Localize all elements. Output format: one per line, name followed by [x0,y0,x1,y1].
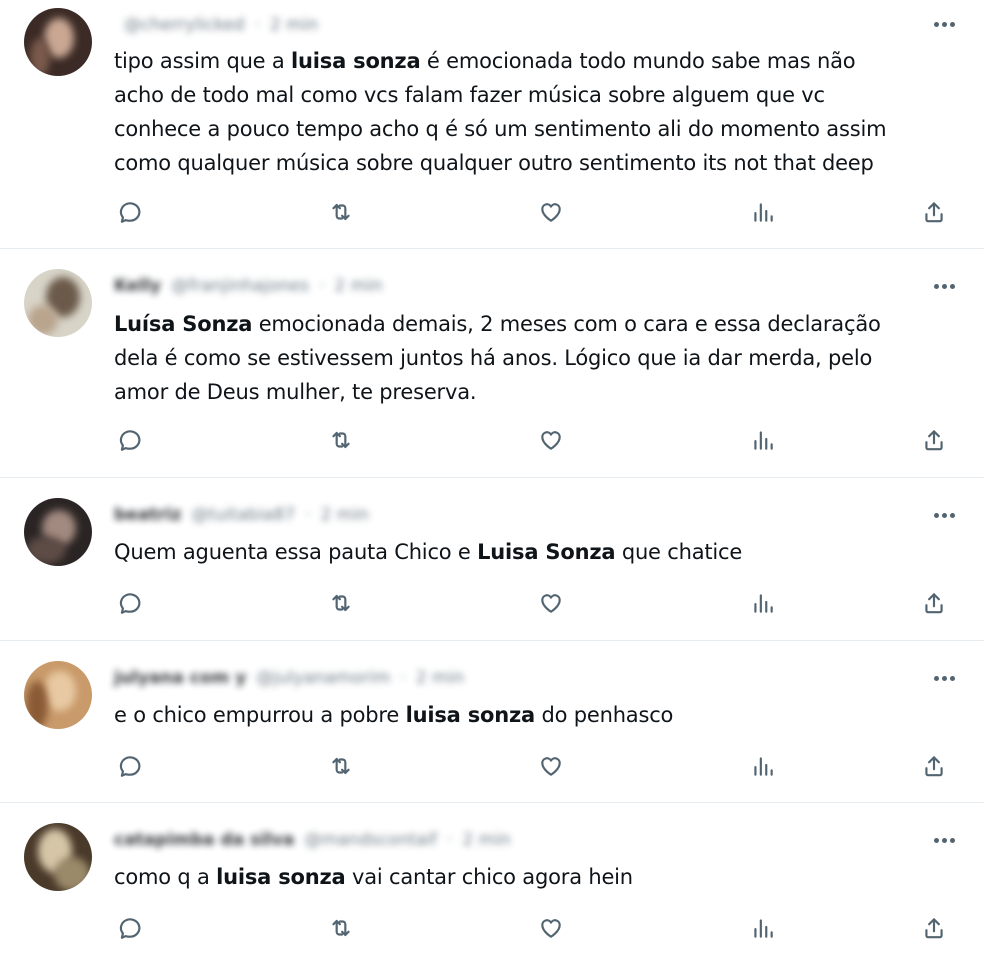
share-icon[interactable] [917,911,951,945]
tweet-text: Luísa Sonza emocionada demais, 2 meses c… [114,307,964,409]
avatar-shape [26,681,48,729]
reply-icon[interactable] [113,586,147,620]
views-icon[interactable] [746,911,780,945]
more-icon[interactable] [930,505,958,525]
tweet[interactable]: Kelly @franjinhajones · 2 min Luísa Sonz… [0,249,984,478]
display-name[interactable]: julyana com y [114,668,246,688]
tweet-text: Quem aguenta essa pauta Chico e Luisa So… [114,535,964,569]
display-name[interactable]: Kelly [114,276,161,296]
share-icon[interactable] [917,749,951,783]
tweet-text-highlight: luisa sonza [291,49,421,73]
avatar-shape [44,671,76,711]
views-icon[interactable] [746,423,780,457]
avatar-shape [30,38,50,76]
tweet-header[interactable]: beatriz @tuitabia87 · 2 min [114,502,369,528]
avatar-shape [28,305,58,335]
avatar[interactable] [24,498,92,566]
reply-icon[interactable] [113,749,147,783]
retweet-icon[interactable] [324,423,358,457]
tweet-actions [110,586,960,620]
username-handle[interactable]: @mandscontaif [304,830,437,850]
tweet-text-run: que chatice [615,540,743,564]
username-handle[interactable]: @franjinhajones [171,276,309,296]
retweet-icon[interactable] [324,586,358,620]
avatar[interactable] [24,8,92,76]
tweet-text-highlight: luisa sonza [216,865,346,889]
tweet-text-run: vai cantar chico agora hein [345,865,633,889]
tweet-text-run: do penhasco [535,703,674,727]
display-name[interactable]: catapimba da silva [114,830,294,850]
tweet-actions [110,195,960,229]
tweet-header[interactable]: @cherrylicked · 2 min [114,12,318,38]
retweet-icon[interactable] [324,911,358,945]
views-icon[interactable] [746,586,780,620]
share-icon[interactable] [917,586,951,620]
tweet-text: tipo assim que a luisa sonza é emocionad… [114,44,964,180]
separator: · [254,15,261,35]
tweet-header[interactable]: catapimba da silva @mandscontaif · 2 min [114,827,511,853]
views-icon[interactable] [746,749,780,783]
more-icon[interactable] [930,668,958,688]
tweet-text-highlight: Luisa Sonza [477,540,616,564]
share-icon[interactable] [917,423,951,457]
avatar[interactable] [24,269,92,337]
separator: · [400,668,406,688]
like-icon[interactable] [534,586,568,620]
views-icon[interactable] [746,195,780,229]
tweet-text-run: Quem aguenta essa pauta Chico e [114,540,478,564]
like-icon[interactable] [534,749,568,783]
tweet-actions [110,749,960,783]
tweet[interactable]: julyana com y @julyanamorim · 2 min e o … [0,641,984,803]
timestamp[interactable]: 2 min [321,505,369,525]
username-handle[interactable]: @julyanamorim [256,668,390,688]
tweet-text: e o chico empurrou a pobre luisa sonza d… [114,698,964,732]
timestamp[interactable]: 2 min [334,276,382,296]
avatar-shape [26,536,66,564]
retweet-icon[interactable] [324,195,358,229]
tweet-text-highlight: Luísa Sonza [114,312,253,336]
tweet-text: como q a luisa sonza vai cantar chico ag… [114,860,964,894]
tweet-text-run: como q a [114,865,217,889]
reply-icon[interactable] [113,911,147,945]
tweet[interactable]: catapimba da silva @mandscontaif · 2 min… [0,803,984,961]
reply-icon[interactable] [113,195,147,229]
timestamp[interactable]: 2 min [416,668,464,688]
separator: · [318,276,325,296]
like-icon[interactable] [534,911,568,945]
tweet-text-run: tipo assim que a [114,49,292,73]
reply-icon[interactable] [113,423,147,457]
avatar[interactable] [24,823,92,891]
retweet-icon[interactable] [324,749,358,783]
tweet-actions [110,423,960,457]
like-icon[interactable] [534,195,568,229]
tweet-feed: @cherrylicked · 2 min tipo assim que a l… [0,0,984,961]
tweet[interactable]: beatriz @tuitabia87 · 2 min Quem aguenta… [0,478,984,641]
tweet-actions [110,911,960,945]
separator: · [305,505,311,525]
timestamp[interactable]: 2 min [270,15,318,35]
tweet-text-run: e o chico empurrou a pobre [114,703,406,727]
tweet[interactable]: @cherrylicked · 2 min tipo assim que a l… [0,0,984,249]
more-icon[interactable] [930,276,958,296]
more-icon[interactable] [930,14,958,34]
tweet-header[interactable]: Kelly @franjinhajones · 2 min [114,273,383,299]
tweet-text-highlight: luisa sonza [405,703,536,727]
share-icon[interactable] [917,195,951,229]
display-name[interactable]: beatriz [114,505,181,525]
tweet-header[interactable]: julyana com y @julyanamorim · 2 min [114,665,464,691]
more-icon[interactable] [930,830,958,850]
timestamp[interactable]: 2 min [462,830,510,850]
avatar[interactable] [24,661,92,729]
like-icon[interactable] [534,423,568,457]
separator: · [447,830,453,850]
avatar-shape [54,857,90,891]
username-handle[interactable]: @tuitabia87 [191,505,295,525]
username-handle[interactable]: @cherrylicked [124,15,245,35]
